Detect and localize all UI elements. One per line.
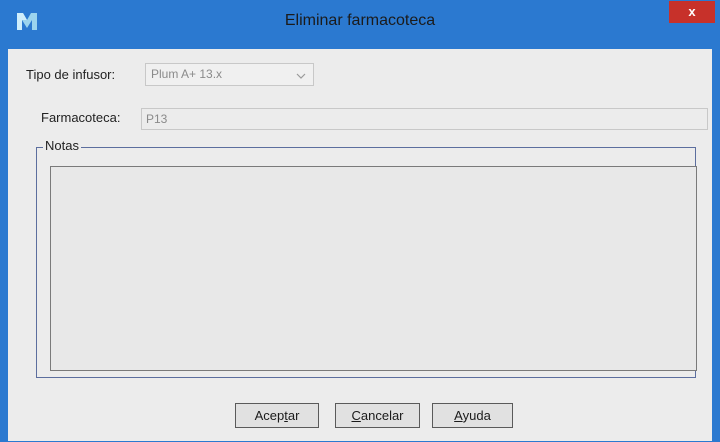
close-icon: x (688, 4, 696, 19)
chevron-down-icon (296, 73, 306, 79)
infusor-type-select[interactable]: Plum A+ 13.x (145, 63, 314, 86)
farmacoteca-field[interactable]: P13 (141, 108, 708, 130)
title-bar[interactable]: Eliminar farmacoteca x (1, 1, 719, 49)
help-mnemonic: A (454, 408, 463, 423)
accept-label-end: ar (287, 408, 300, 423)
accept-label-start: Acep (254, 408, 285, 423)
cancel-label-end: ancelar (360, 408, 404, 423)
farmacoteca-value: P13 (146, 112, 168, 126)
infusor-type-label: Tipo de infusor: (26, 67, 116, 82)
close-button[interactable]: x (669, 1, 715, 23)
notes-textarea[interactable] (50, 166, 697, 371)
infusor-type-value: Plum A+ 13.x (151, 67, 223, 81)
farmacoteca-label: Farmacoteca: (41, 110, 121, 125)
accept-button[interactable]: Aceptar (235, 403, 319, 428)
help-label-end: yuda (462, 408, 491, 423)
dialog-window: Eliminar farmacoteca x Tipo de infusor: … (0, 0, 720, 442)
dialog-body: Tipo de infusor: Plum A+ 13.x Farmacotec… (8, 49, 712, 441)
cancel-mnemonic: C (351, 408, 361, 423)
window-title: Eliminar farmacoteca (284, 12, 436, 29)
cancel-button[interactable]: Cancelar (335, 403, 420, 428)
help-button[interactable]: Ayuda (432, 403, 513, 428)
notes-group-title: Notas (43, 138, 81, 153)
